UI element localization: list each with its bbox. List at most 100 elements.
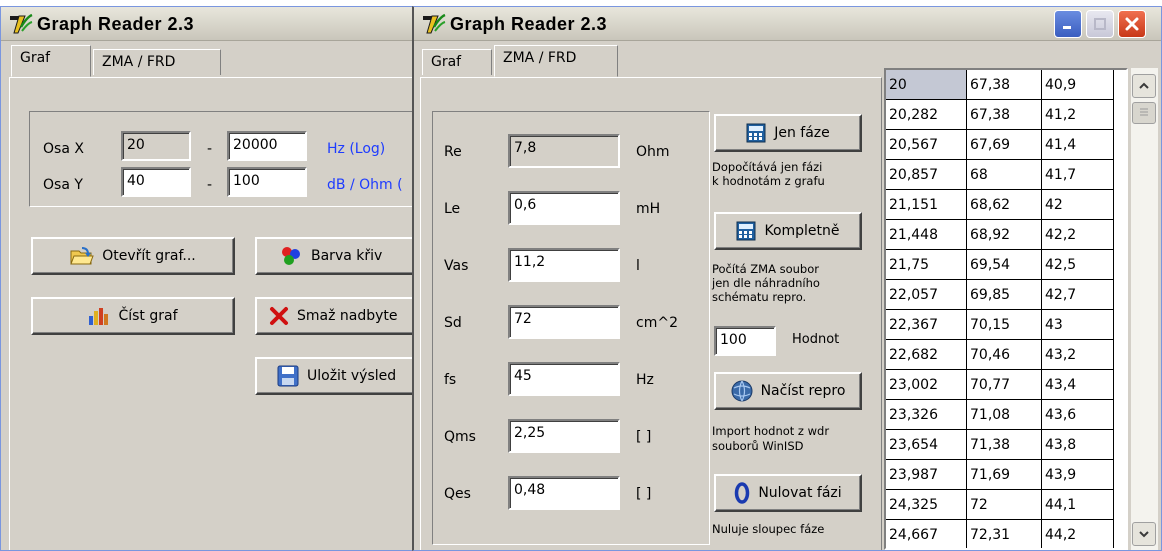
table-cell[interactable]: 24,325 xyxy=(886,490,967,520)
table-cell[interactable]: 44,2 xyxy=(1042,520,1114,548)
axis-x-from-input[interactable]: 20 xyxy=(121,131,191,161)
table-cell[interactable]: 44,1 xyxy=(1042,490,1114,520)
table-row[interactable]: 20 67,38 40,9 xyxy=(886,70,1126,100)
scroll-up-button[interactable] xyxy=(1132,74,1156,98)
table-row[interactable]: 21,151 68,62 42 xyxy=(886,190,1126,220)
maximize-button[interactable] xyxy=(1086,10,1114,38)
data-table[interactable]: 20 67,38 40,9 20,282 67,38 41,2 20,567 67,69 41,… xyxy=(884,68,1128,550)
table-cell[interactable]: 23,326 xyxy=(886,400,967,430)
curve-color-button[interactable]: Barva křiv xyxy=(255,237,419,275)
table-cell[interactable]: 22,367 xyxy=(886,310,967,340)
read-graph-button[interactable]: Číst graf xyxy=(31,297,235,335)
table-cell[interactable]: 69,54 xyxy=(967,250,1042,280)
table-cell[interactable]: 67,38 xyxy=(967,100,1042,130)
table-cell[interactable]: 43,4 xyxy=(1042,370,1114,400)
table-cell[interactable]: 43,8 xyxy=(1042,430,1114,460)
table-cell[interactable]: 21,151 xyxy=(886,190,967,220)
table-row[interactable]: 24,325 72 44,1 xyxy=(886,490,1126,520)
load-repro-button[interactable]: Načíst repro xyxy=(714,372,862,410)
table-row[interactable]: 23,002 70,77 43,4 xyxy=(886,370,1126,400)
param-input-2[interactable]: 11,2 xyxy=(508,248,620,282)
table-row[interactable]: 20,282 67,38 41,2 xyxy=(886,100,1126,130)
table-cell[interactable]: 71,38 xyxy=(967,430,1042,460)
table-cell[interactable]: 72 xyxy=(967,490,1042,520)
table-cell[interactable]: 68 xyxy=(967,160,1042,190)
param-input-6[interactable]: 0,48 xyxy=(508,476,620,510)
count-input[interactable]: 100 xyxy=(714,326,776,356)
table-cell[interactable]: 72,31 xyxy=(967,520,1042,548)
table-cell[interactable]: 42,7 xyxy=(1042,280,1114,310)
table-row[interactable]: 20,567 67,69 41,4 xyxy=(886,130,1126,160)
table-cell[interactable]: 70,15 xyxy=(967,310,1042,340)
table-cell[interactable]: 20,857 xyxy=(886,160,967,190)
table-cell[interactable]: 43,6 xyxy=(1042,400,1114,430)
table-cell[interactable]: 41,2 xyxy=(1042,100,1114,130)
left-titlebar[interactable]: Graph Reader 2.3 xyxy=(1,7,419,41)
table-cell[interactable]: 71,69 xyxy=(967,460,1042,490)
table-cell[interactable]: 43 xyxy=(1042,310,1114,340)
param-input-1[interactable]: 0,6 xyxy=(508,191,620,225)
scroll-thumb[interactable] xyxy=(1132,102,1156,124)
table-row[interactable]: 20,857 68 41,7 xyxy=(886,160,1126,190)
param-input-5[interactable]: 2,25 xyxy=(508,419,620,453)
table-cell[interactable]: 22,057 xyxy=(886,280,967,310)
table-cell[interactable]: 21,448 xyxy=(886,220,967,250)
complete-button[interactable]: Kompletně xyxy=(714,212,862,250)
table-cell[interactable]: 41,7 xyxy=(1042,160,1114,190)
table-row[interactable]: 23,326 71,08 43,6 xyxy=(886,400,1126,430)
table-cell[interactable]: 67,38 xyxy=(967,70,1042,100)
table-row[interactable]: 21,75 69,54 42,5 xyxy=(886,250,1126,280)
close-button[interactable] xyxy=(1118,10,1146,38)
table-cell[interactable]: 42,2 xyxy=(1042,220,1114,250)
axis-y-from-input[interactable]: 40 xyxy=(121,167,191,197)
table-cell[interactable]: 21,75 xyxy=(886,250,967,280)
table-row[interactable]: 21,448 68,92 42,2 xyxy=(886,220,1126,250)
table-cell[interactable]: 70,77 xyxy=(967,370,1042,400)
table-cell[interactable]: 23,002 xyxy=(886,370,967,400)
axis-x-to-input[interactable]: 20000 xyxy=(227,131,307,161)
tab-graf[interactable]: Graf xyxy=(11,45,91,77)
table-row[interactable]: 22,682 70,46 43,2 xyxy=(886,340,1126,370)
table-cell[interactable]: 20,282 xyxy=(886,100,967,130)
delete-extra-button[interactable]: Smaž nadbyte xyxy=(255,297,419,335)
table-cell[interactable]: 20,567 xyxy=(886,130,967,160)
table-cell[interactable]: 42,5 xyxy=(1042,250,1114,280)
table-cell[interactable]: 67,69 xyxy=(967,130,1042,160)
right-titlebar[interactable]: Graph Reader 2.3 xyxy=(414,7,1161,41)
table-cell[interactable]: 69,85 xyxy=(967,280,1042,310)
table-row[interactable]: 22,057 69,85 42,7 xyxy=(886,280,1126,310)
table-row[interactable]: 23,987 71,69 43,9 xyxy=(886,460,1126,490)
axis-y-to-input[interactable]: 100 xyxy=(227,167,307,197)
table-cell[interactable]: 70,46 xyxy=(967,340,1042,370)
table-cell[interactable]: 23,987 xyxy=(886,460,967,490)
table-cell[interactable]: 68,92 xyxy=(967,220,1042,250)
table-cell[interactable]: 22,682 xyxy=(886,340,967,370)
table-row[interactable]: 22,367 70,15 43 xyxy=(886,310,1126,340)
table-cell[interactable]: 43,2 xyxy=(1042,340,1114,370)
open-graph-button[interactable]: Otevřít graf... xyxy=(31,237,235,275)
vertical-scrollbar[interactable] xyxy=(1130,68,1158,550)
param-input-0[interactable]: 7,8 xyxy=(508,134,620,168)
param-input-3[interactable]: 72 xyxy=(508,305,620,339)
scroll-down-button[interactable] xyxy=(1132,522,1156,546)
phase-only-button[interactable]: Jen fáze xyxy=(714,114,862,152)
tab-zma-frd[interactable]: ZMA / FRD xyxy=(494,45,618,77)
tab-zma-frd[interactable]: ZMA / FRD xyxy=(93,49,221,75)
table-row[interactable]: 24,667 72,31 44,2 xyxy=(886,520,1126,548)
param-label-6: Qes xyxy=(444,486,471,502)
table-cell[interactable]: 40,9 xyxy=(1042,70,1114,100)
table-cell[interactable]: 42 xyxy=(1042,190,1114,220)
tab-graf[interactable]: Graf xyxy=(422,49,492,75)
reset-phase-button[interactable]: Nulovat fázi xyxy=(714,474,862,512)
table-row[interactable]: 23,654 71,38 43,8 xyxy=(886,430,1126,460)
table-cell[interactable]: 68,62 xyxy=(967,190,1042,220)
minimize-button[interactable] xyxy=(1054,10,1082,38)
param-input-4[interactable]: 45 xyxy=(508,362,620,396)
table-cell[interactable]: 23,654 xyxy=(886,430,967,460)
save-result-button[interactable]: Uložit výsled xyxy=(255,357,419,395)
table-cell[interactable]: 43,9 xyxy=(1042,460,1114,490)
table-cell[interactable]: 71,08 xyxy=(967,400,1042,430)
table-cell[interactable]: 24,667 xyxy=(886,520,967,548)
table-cell[interactable]: 20 xyxy=(886,70,967,100)
table-cell[interactable]: 41,4 xyxy=(1042,130,1114,160)
